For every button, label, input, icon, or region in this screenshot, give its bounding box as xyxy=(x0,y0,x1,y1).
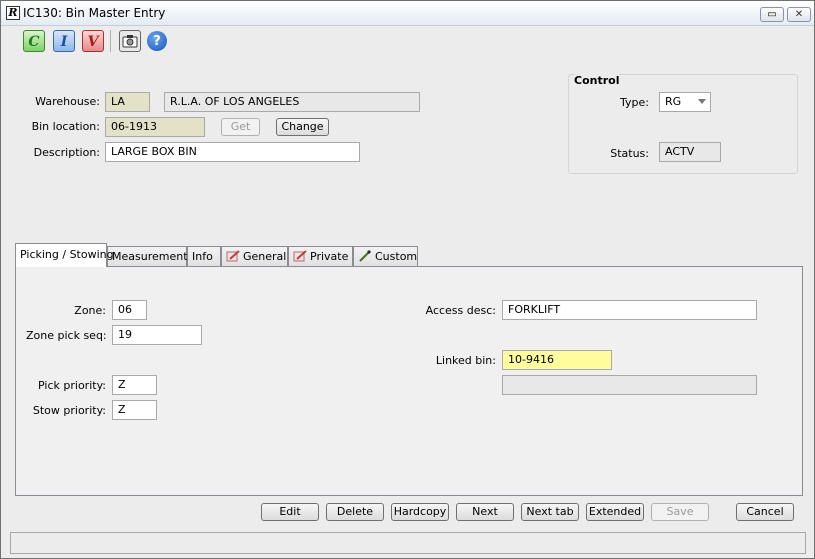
zone-pick-seq-field[interactable]: 19 xyxy=(112,325,202,345)
tab-custom[interactable]: Custom xyxy=(353,246,418,267)
status-bar xyxy=(10,532,806,554)
edit-icon xyxy=(293,250,307,262)
linked-bin-label: Linked bin: xyxy=(435,354,496,367)
bin-location-label: Bin location: xyxy=(31,120,100,133)
zone-label: Zone: xyxy=(74,304,106,317)
zone-field[interactable]: 06 xyxy=(112,300,147,320)
access-desc-field[interactable]: FORKLIFT xyxy=(502,300,757,320)
picking-stowing-panel: Zone: 06 Zone pick seq: 19 Pick priority… xyxy=(15,266,803,496)
close-button[interactable]: ✕ xyxy=(787,7,811,22)
help-icon[interactable]: ? xyxy=(147,31,167,51)
description-label: Description: xyxy=(33,146,100,159)
toolbar-separator xyxy=(110,30,111,52)
type-label: Type: xyxy=(620,96,649,109)
control-title: Control xyxy=(574,74,620,87)
pen-icon xyxy=(359,250,371,262)
tab-general[interactable]: General xyxy=(221,246,288,267)
hardcopy-button[interactable]: Hardcopy xyxy=(391,503,449,521)
tab-info[interactable]: Info xyxy=(187,246,221,267)
type-select[interactable]: RG xyxy=(659,92,711,112)
get-button[interactable]: Get xyxy=(221,118,260,136)
tab-measurements[interactable]: Measurements xyxy=(107,246,193,267)
title-bar: R IC130: Bin Master Entry ▭ ✕ xyxy=(1,1,814,26)
warehouse-label: Warehouse: xyxy=(35,95,100,108)
control-groupbox: Control Type: RG Status: ACTV xyxy=(568,74,798,174)
tab-private[interactable]: Private xyxy=(288,246,353,267)
change-button[interactable]: Change xyxy=(276,118,329,136)
edit-button[interactable]: Edit xyxy=(261,503,319,521)
c-folder-icon[interactable]: C xyxy=(23,30,45,52)
chevron-down-icon xyxy=(698,99,706,104)
v-folder-icon[interactable]: V xyxy=(82,30,104,52)
stow-priority-label: Stow priority: xyxy=(32,404,106,417)
tab-picking-stowing[interactable]: Picking / Stowing xyxy=(15,243,114,267)
next-button[interactable]: Next xyxy=(456,503,514,521)
linked-bin-field[interactable]: 10-9416 xyxy=(502,350,612,370)
status-label: Status: xyxy=(610,147,649,160)
bin-location-field[interactable]: 06-1913 xyxy=(105,117,205,137)
linked-bin-description-field xyxy=(502,375,757,395)
i-folder-icon[interactable]: I xyxy=(53,30,75,52)
tab-general-label: General xyxy=(243,250,287,263)
delete-button[interactable]: Delete xyxy=(326,503,384,521)
save-button[interactable]: Save xyxy=(651,503,709,521)
warehouse-name-field: R.L.A. OF LOS ANGELES xyxy=(164,92,420,112)
description-field[interactable]: LARGE BOX BIN xyxy=(105,142,360,162)
pick-priority-field[interactable]: Z xyxy=(112,375,157,395)
cancel-button[interactable]: Cancel xyxy=(736,503,794,521)
toolbar: C I V ? xyxy=(15,28,175,56)
status-field: ACTV xyxy=(659,142,721,162)
tab-private-label: Private xyxy=(310,250,349,263)
restore-button[interactable]: ▭ xyxy=(760,7,784,22)
type-value: RG xyxy=(665,95,682,108)
warehouse-code-field[interactable]: LA xyxy=(105,92,150,112)
stow-priority-field[interactable]: Z xyxy=(112,400,157,420)
main-window: R IC130: Bin Master Entry ▭ ✕ C I V ? Wa… xyxy=(0,0,815,559)
window-title: IC130: Bin Master Entry xyxy=(23,6,166,20)
pick-priority-label: Pick priority: xyxy=(38,379,106,392)
edit-icon xyxy=(226,250,240,262)
zone-pick-seq-label: Zone pick seq: xyxy=(26,329,107,342)
tab-custom-label: Custom xyxy=(375,250,418,263)
camera-icon[interactable] xyxy=(119,30,141,52)
app-icon: R xyxy=(6,6,20,20)
next-tab-button[interactable]: Next tab xyxy=(521,503,579,521)
access-desc-label: Access desc: xyxy=(425,304,496,317)
extended-button[interactable]: Extended xyxy=(586,503,644,521)
